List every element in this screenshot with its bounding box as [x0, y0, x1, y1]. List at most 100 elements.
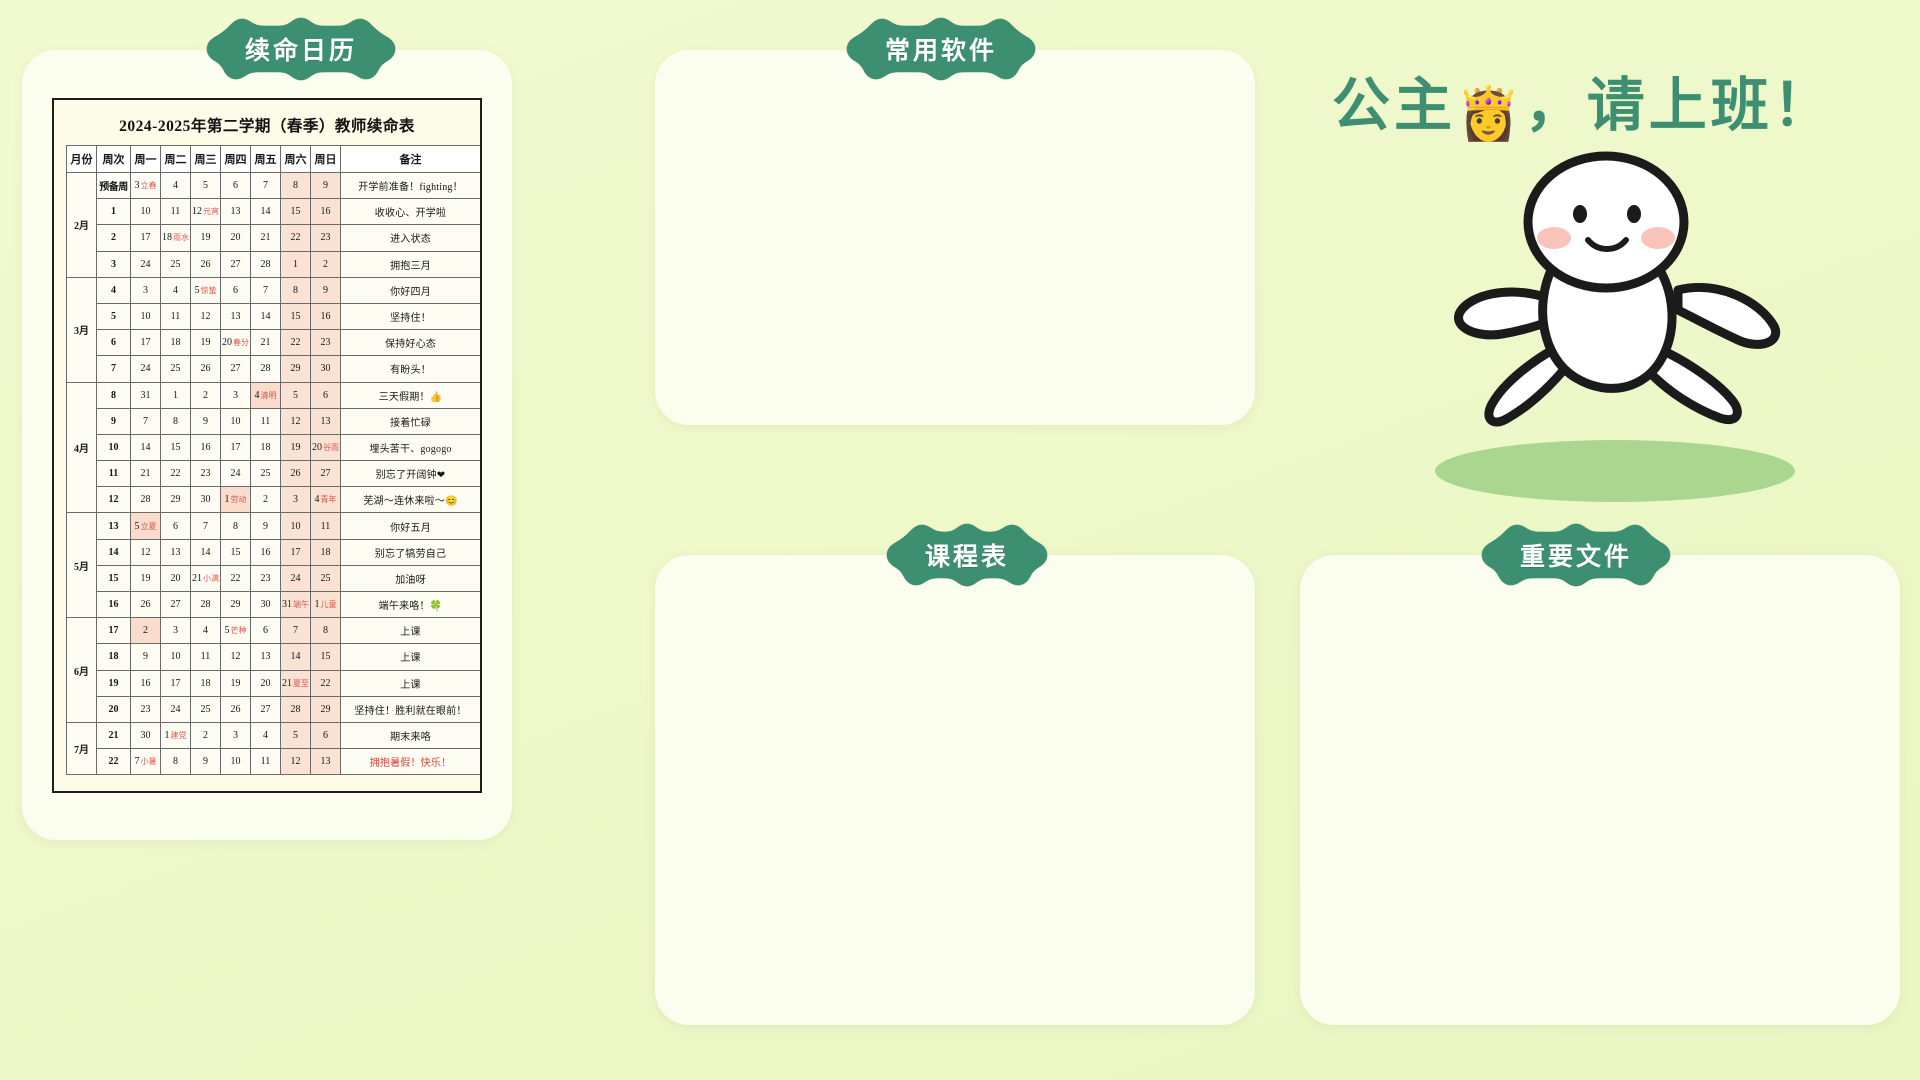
calendar-day-cell[interactable]: 11 [160, 198, 191, 226]
calendar-day-cell[interactable]: 4 [160, 171, 191, 200]
calendar-day-cell[interactable]: 15 [280, 198, 311, 226]
calendar-day-cell[interactable]: 29 [310, 695, 341, 723]
calendar-day-cell[interactable]: 13 [250, 643, 281, 671]
calendar-day-cell[interactable]: 5 [280, 381, 311, 409]
calendar-day-cell[interactable]: 12 [280, 407, 311, 435]
calendar-day-cell[interactable]: 3 [220, 381, 251, 409]
calendar-day-cell[interactable]: 30 [250, 590, 281, 619]
calendar-day-cell[interactable]: 22 [160, 460, 191, 488]
calendar-day-cell[interactable]: 7 [250, 276, 281, 304]
schedule-panel[interactable] [655, 555, 1255, 1025]
calendar-day-cell[interactable]: 20 [220, 224, 251, 252]
calendar-day-cell[interactable]: 16 [250, 538, 281, 566]
calendar-day-cell[interactable]: 13 [310, 748, 341, 776]
calendar-day-cell[interactable]: 11 [190, 643, 221, 671]
calendar-day-cell[interactable]: 20谷雨 [310, 433, 341, 462]
calendar-day-cell[interactable]: 1儿童 [310, 590, 341, 619]
calendar-day-cell[interactable]: 16 [310, 198, 341, 226]
calendar-day-cell[interactable]: 28 [250, 355, 281, 383]
calendar-day-cell[interactable]: 29 [160, 486, 191, 514]
calendar-day-cell[interactable]: 10 [130, 198, 161, 226]
calendar-day-cell[interactable]: 27 [250, 695, 281, 723]
calendar-day-cell[interactable]: 22 [310, 669, 341, 697]
calendar-day-cell[interactable]: 10 [280, 512, 311, 540]
calendar-day-cell[interactable]: 11 [250, 748, 281, 776]
calendar-day-cell[interactable]: 21夏至 [280, 669, 311, 697]
calendar-day-cell[interactable]: 19 [220, 669, 251, 697]
calendar-day-cell[interactable]: 10 [160, 643, 191, 671]
calendar-day-cell[interactable]: 3 [160, 617, 191, 645]
calendar-day-cell[interactable]: 26 [220, 695, 251, 723]
calendar-day-cell[interactable]: 2 [130, 617, 161, 645]
calendar-day-cell[interactable]: 1建党 [160, 721, 191, 750]
calendar-day-cell[interactable]: 31端午 [280, 590, 311, 619]
calendar-day-cell[interactable]: 6 [250, 617, 281, 645]
calendar-day-cell[interactable]: 12元宵 [190, 198, 221, 226]
calendar-day-cell[interactable]: 18 [250, 433, 281, 462]
calendar-day-cell[interactable]: 3 [280, 486, 311, 514]
calendar-day-cell[interactable]: 9 [310, 171, 341, 200]
calendar-day-cell[interactable]: 5惊蛰 [190, 276, 221, 304]
calendar-day-cell[interactable]: 2 [190, 381, 221, 409]
calendar-day-cell[interactable]: 9 [190, 748, 221, 776]
calendar-day-cell[interactable]: 27 [220, 250, 251, 278]
documents-panel[interactable] [1300, 555, 1900, 1025]
calendar-day-cell[interactable]: 8 [280, 276, 311, 304]
calendar-day-cell[interactable]: 5 [280, 721, 311, 750]
calendar-day-cell[interactable]: 7 [130, 407, 161, 435]
calendar-day-cell[interactable]: 3立春 [130, 171, 161, 200]
calendar-day-cell[interactable]: 26 [190, 250, 221, 278]
calendar-day-cell[interactable]: 12 [220, 643, 251, 671]
calendar-day-cell[interactable]: 13 [160, 538, 191, 566]
calendar-day-cell[interactable]: 21小满 [190, 564, 221, 593]
calendar-day-cell[interactable]: 20 [160, 564, 191, 593]
calendar-day-cell[interactable]: 12 [190, 302, 221, 331]
calendar-day-cell[interactable]: 4青年 [310, 486, 341, 514]
calendar-day-cell[interactable]: 6 [310, 381, 341, 409]
calendar-day-cell[interactable]: 28 [130, 486, 161, 514]
calendar-day-cell[interactable]: 21 [250, 224, 281, 252]
calendar-day-cell[interactable]: 28 [280, 695, 311, 723]
calendar-day-cell[interactable]: 4清明 [250, 381, 281, 409]
calendar-day-cell[interactable]: 14 [130, 433, 161, 462]
calendar-day-cell[interactable]: 23 [130, 695, 161, 723]
calendar-day-cell[interactable]: 17 [130, 329, 161, 357]
calendar-day-cell[interactable]: 14 [250, 302, 281, 331]
calendar-day-cell[interactable]: 15 [310, 643, 341, 671]
calendar-day-cell[interactable]: 18 [160, 329, 191, 357]
calendar-day-cell[interactable]: 25 [250, 460, 281, 488]
calendar-day-cell[interactable]: 18 [310, 538, 341, 566]
calendar-day-cell[interactable]: 31 [130, 381, 161, 409]
calendar-day-cell[interactable]: 6 [220, 276, 251, 304]
calendar-day-cell[interactable]: 7 [250, 171, 281, 200]
calendar-day-cell[interactable]: 10 [220, 407, 251, 435]
calendar-day-cell[interactable]: 15 [220, 538, 251, 566]
calendar-day-cell[interactable]: 24 [130, 250, 161, 278]
calendar-day-cell[interactable]: 15 [280, 302, 311, 331]
calendar-day-cell[interactable]: 1 [160, 381, 191, 409]
calendar-day-cell[interactable]: 9 [250, 512, 281, 540]
calendar-day-cell[interactable]: 19 [190, 329, 221, 357]
calendar-day-cell[interactable]: 9 [190, 407, 221, 435]
calendar-day-cell[interactable]: 25 [310, 564, 341, 593]
calendar-day-cell[interactable]: 8 [160, 748, 191, 776]
calendar-day-cell[interactable]: 8 [220, 512, 251, 540]
calendar-day-cell[interactable]: 15 [160, 433, 191, 462]
calendar-day-cell[interactable]: 20春分 [220, 329, 251, 357]
calendar-card[interactable]: 2024-2025年第二学期（春季）教师续命表 月份 周次 周一 周二 周三 周四 周五 周六… [22, 50, 512, 840]
calendar-day-cell[interactable]: 28 [250, 250, 281, 278]
calendar-day-cell[interactable]: 17 [160, 669, 191, 697]
calendar-day-cell[interactable]: 27 [310, 460, 341, 488]
calendar-day-cell[interactable]: 10 [130, 302, 161, 331]
calendar-day-cell[interactable]: 22 [280, 224, 311, 252]
calendar-day-cell[interactable]: 23 [310, 224, 341, 252]
calendar-day-cell[interactable]: 28 [190, 590, 221, 619]
calendar-day-cell[interactable]: 7小暑 [130, 748, 161, 776]
calendar-day-cell[interactable]: 6 [310, 721, 341, 750]
calendar-day-cell[interactable]: 18雨水 [160, 224, 191, 252]
calendar-day-cell[interactable]: 21 [130, 460, 161, 488]
calendar-day-cell[interactable]: 16 [190, 433, 221, 462]
calendar-day-cell[interactable]: 7 [190, 512, 221, 540]
calendar-day-cell[interactable]: 25 [190, 695, 221, 723]
calendar-day-cell[interactable]: 5芒种 [220, 617, 251, 645]
